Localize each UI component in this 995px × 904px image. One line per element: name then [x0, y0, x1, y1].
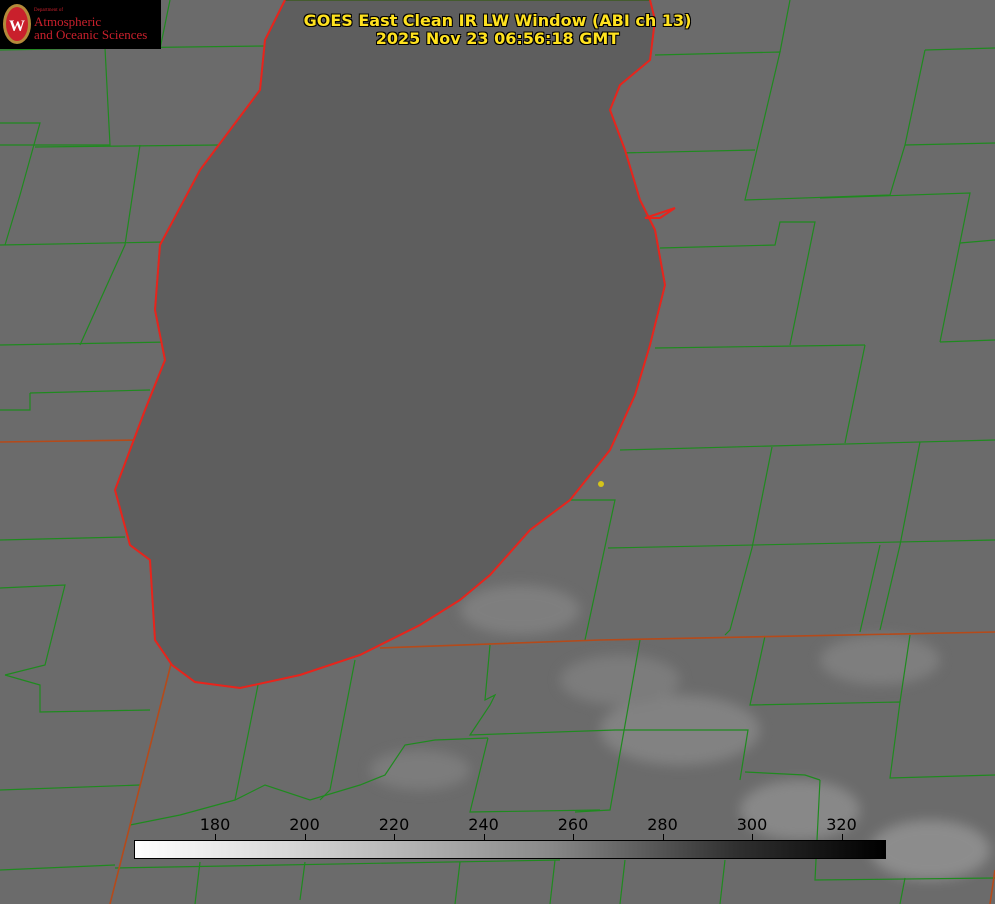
uw-seal-icon: W: [3, 4, 31, 44]
colorbar-tick-label: 280: [647, 815, 678, 834]
colorbar-tick-label: 180: [199, 815, 231, 834]
satellite-map[interactable]: [0, 0, 995, 904]
colorbar-tick-label: 240: [468, 815, 499, 834]
colorbar-tick-label: 220: [378, 815, 410, 834]
colorbar-tick-mark: [304, 834, 306, 840]
colorbar-tick-mark: [215, 834, 216, 840]
colorbar-tick-mark: [573, 834, 574, 840]
colorbar-tick-label: 300: [736, 815, 768, 834]
colorbar-tick-label: 200: [289, 815, 320, 834]
colorbar-tick-mark: [483, 834, 485, 840]
aos-logo[interactable]: W Department of Atmospheric and Oceanic …: [0, 0, 161, 49]
colorbar-tick-label: 260: [557, 815, 589, 834]
colorbar-tick-mark: [394, 834, 395, 840]
colorbar-tick-mark: [662, 834, 664, 840]
colorbar-tick-label: 320: [826, 815, 857, 834]
location-marker: [598, 481, 604, 487]
colorbar: [134, 840, 886, 859]
svg-text:W: W: [9, 18, 25, 35]
logo-department: Department of: [34, 8, 64, 13]
colorbar-tick-mark: [752, 834, 753, 840]
logo-line2: and Oceanic Sciences: [34, 27, 148, 42]
colorbar-tick-mark: [841, 834, 843, 840]
